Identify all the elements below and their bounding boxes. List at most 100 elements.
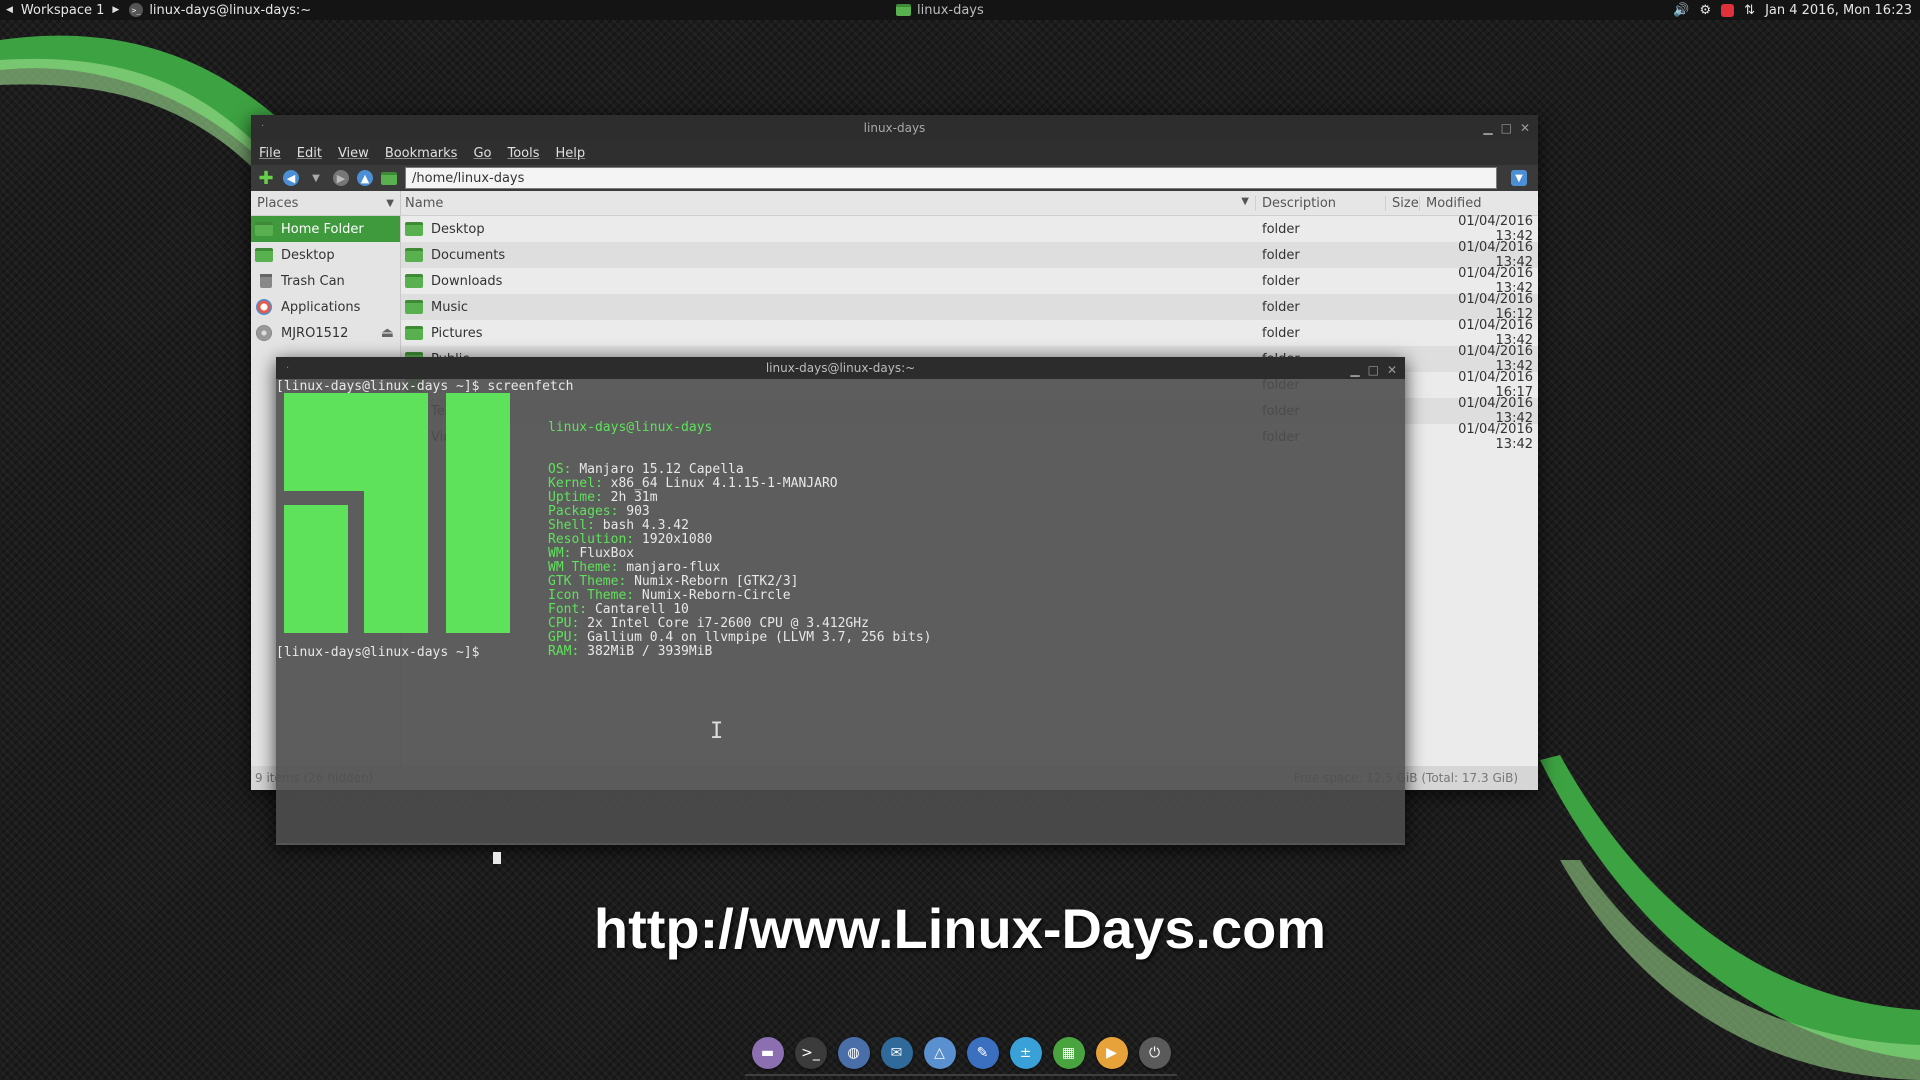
close-icon[interactable]: ✕ — [1387, 363, 1397, 377]
terminal-icon[interactable]: >_ — [794, 1037, 827, 1069]
go-icon[interactable]: ▼ — [1511, 170, 1527, 186]
window-title: linux-days — [863, 121, 926, 135]
maximize-icon[interactable]: □ — [1501, 121, 1512, 135]
info-line: WM: FluxBox — [548, 547, 932, 561]
terminal-output[interactable]: [linux-days@linux-days ~]$ screenfetch l… — [276, 379, 1405, 864]
minimize-icon[interactable]: ▁ — [1483, 121, 1492, 135]
minimize-icon[interactable]: ▁ — [1350, 363, 1359, 377]
info-line: GPU: Gallium 0.4 on llvmpipe (LLVM 3.7, … — [548, 631, 932, 645]
places-header[interactable]: Places ▼ — [251, 191, 400, 216]
column-modified[interactable]: Modified — [1420, 196, 1537, 211]
manjaro-logo-icon — [284, 393, 510, 633]
table-row[interactable]: Downloads folder 01/04/2016 13:42 — [401, 266, 1538, 296]
taskbar-item-label: linux-days@linux-days:~ — [149, 2, 312, 18]
column-description[interactable]: Description — [1256, 195, 1386, 211]
window-menu-icon[interactable]: · — [261, 121, 264, 132]
column-size[interactable]: Size — [1386, 195, 1420, 211]
media-player-icon[interactable]: ▶ — [1095, 1037, 1128, 1069]
window-menu-icon[interactable]: · — [286, 363, 289, 374]
folder-icon — [896, 4, 911, 16]
file-modified-cell: 01/04/2016 13:42 — [1458, 422, 1533, 452]
sidebar-item-desktop[interactable]: Desktop — [251, 242, 400, 268]
file-name-cell: Pictures — [401, 326, 1256, 341]
sidebar-item-trash-can[interactable]: Trash Can — [251, 268, 400, 294]
info-line: Font: Cantarell 10 — [548, 603, 932, 617]
sidebar-item-applications[interactable]: Applications — [251, 294, 400, 320]
applications-icon — [256, 299, 272, 315]
path-input[interactable] — [405, 167, 1497, 189]
record-icon[interactable] — [1721, 3, 1735, 17]
table-row[interactable]: Pictures folder 01/04/2016 13:42 — [401, 318, 1538, 348]
eject-icon[interactable]: ⏏ — [381, 325, 394, 341]
info-value: 2x Intel Core i7-2600 CPU @ 3.412GHz — [587, 616, 869, 631]
arch-icon[interactable]: △ — [923, 1037, 956, 1069]
file-name-cell: Music — [401, 300, 1256, 315]
table-row[interactable]: Desktop folder 01/04/2016 13:42 — [401, 214, 1538, 244]
terminal-bottom-edge — [276, 843, 1405, 845]
info-value: Cantarell 10 — [594, 602, 689, 617]
menu-go[interactable]: Go — [473, 146, 491, 161]
menu-tools[interactable]: Tools — [507, 146, 539, 161]
next-workspace-icon[interactable]: ▶ — [112, 5, 119, 15]
system-tray: 🔊 ⚙ ⇅ Jan 4 2016, Mon 16:23 — [1673, 0, 1912, 20]
menu-bookmarks[interactable]: Bookmarks — [385, 146, 458, 161]
file-list-header: Name ▼ Description Size Modified — [401, 191, 1538, 216]
info-key: Icon Theme: — [548, 588, 635, 603]
file-description-cell: folder — [1262, 325, 1300, 341]
menu-file[interactable]: File — [259, 146, 281, 161]
location-folder-icon — [381, 171, 397, 185]
info-value: 382MiB / 3939MiB — [587, 644, 713, 659]
forward-icon[interactable]: ▶ — [333, 170, 349, 186]
spreadsheet-icon[interactable]: ▦ — [1052, 1037, 1085, 1069]
history-dropdown-icon[interactable]: ▼ — [307, 169, 325, 187]
chevron-down-icon[interactable]: ▼ — [386, 198, 394, 209]
info-key: GPU: — [548, 630, 580, 645]
info-value: Manjaro 15.12 Capella — [579, 462, 744, 477]
up-icon[interactable]: ▲ — [357, 170, 373, 186]
window-title: linux-days@linux-days:~ — [765, 361, 916, 375]
column-name[interactable]: Name ▼ — [401, 195, 1256, 211]
user-host: linux-days@linux-days — [548, 420, 713, 435]
info-key: OS: — [548, 462, 572, 477]
info-line: Uptime: 2h 31m — [548, 491, 932, 505]
workspace-switcher[interactable]: ◀ Workspace 1 ▶ — [6, 3, 119, 18]
table-row[interactable]: Documents folder 01/04/2016 13:42 — [401, 240, 1538, 270]
info-value: Numix-Reborn-Circle — [641, 588, 791, 603]
maximize-icon[interactable]: □ — [1368, 363, 1379, 377]
gear-icon[interactable]: ⚙ — [1700, 3, 1712, 18]
files-icon[interactable]: ▬ — [751, 1037, 784, 1069]
globe-icon[interactable]: ◍ — [837, 1037, 870, 1069]
taskbar-item-file-manager[interactable]: linux-days — [896, 0, 984, 20]
power-icon[interactable]: ⏻ — [1138, 1037, 1171, 1069]
sidebar-item-home-folder[interactable]: Home Folder — [251, 216, 400, 242]
mail-icon[interactable]: ✉ — [880, 1037, 913, 1069]
info-key: GTK Theme: — [548, 574, 627, 589]
network-icon[interactable]: ⇅ — [1744, 3, 1755, 18]
info-line: GTK Theme: Numix-Reborn [GTK2/3] — [548, 575, 932, 589]
menu-edit[interactable]: Edit — [297, 146, 322, 161]
editor-icon[interactable]: ✎ — [966, 1037, 999, 1069]
volume-icon[interactable]: 🔊 — [1673, 3, 1689, 18]
close-icon[interactable]: ✕ — [1520, 121, 1530, 135]
clock[interactable]: Jan 4 2016, Mon 16:23 — [1765, 3, 1912, 18]
file-description-cell: folder — [1262, 299, 1300, 315]
file-manager-titlebar[interactable]: · linux-days ▁ □ ✕ — [251, 115, 1538, 141]
new-tab-icon[interactable]: ✚ — [257, 168, 275, 189]
folder-icon — [405, 248, 423, 262]
calculator-icon[interactable]: ± — [1009, 1037, 1042, 1069]
taskbar-item-terminal[interactable]: >_ linux-days@linux-days:~ — [129, 3, 311, 18]
sidebar-item-mjro1512[interactable]: MJRO1512 ⏏ — [251, 320, 400, 346]
menu-help[interactable]: Help — [556, 146, 586, 161]
prev-workspace-icon[interactable]: ◀ — [6, 5, 13, 15]
info-value: 903 — [626, 504, 650, 519]
back-icon[interactable]: ◀ — [283, 170, 299, 186]
table-row[interactable]: Music folder 01/04/2016 16:12 — [401, 292, 1538, 322]
menu-view[interactable]: View — [338, 146, 369, 161]
folder-icon — [405, 222, 423, 236]
terminal-window: · linux-days@linux-days:~ ▁ □ ✕ [linux-d… — [276, 357, 1405, 864]
terminal-titlebar[interactable]: · linux-days@linux-days:~ ▁ □ ✕ — [276, 357, 1405, 379]
info-key: CPU: — [548, 616, 580, 631]
info-key: RAM: — [548, 644, 580, 659]
file-description-cell: folder — [1262, 247, 1300, 263]
info-line: Icon Theme: Numix-Reborn-Circle — [548, 589, 932, 603]
